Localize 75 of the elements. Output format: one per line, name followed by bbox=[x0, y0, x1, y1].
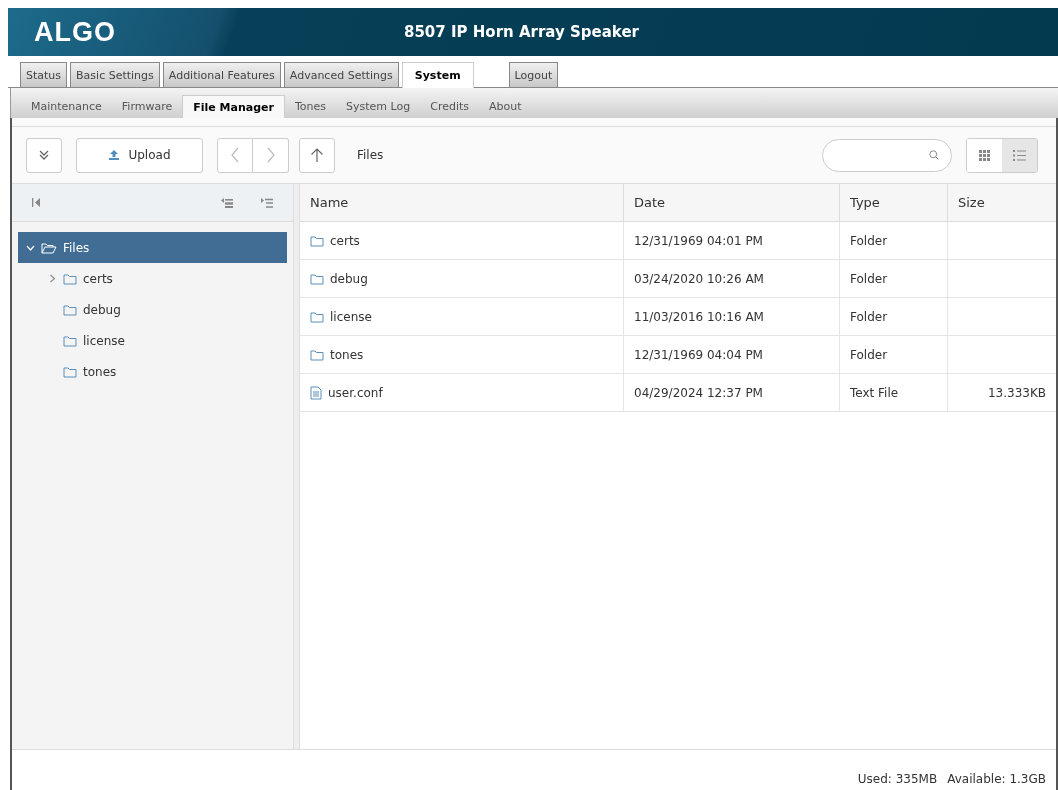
table-cell: Folder bbox=[840, 336, 948, 373]
file-name[interactable]: license bbox=[330, 309, 372, 324]
splitter-handle[interactable] bbox=[293, 184, 300, 749]
folder-icon bbox=[63, 365, 77, 378]
chevron-down-icon bbox=[26, 244, 35, 251]
tab[interactable]: Additional Features bbox=[162, 62, 281, 87]
tree-item[interactable]: debug bbox=[18, 294, 287, 325]
column-header[interactable]: Name bbox=[300, 184, 624, 221]
table-cell: 12/31/1969 04:01 PM bbox=[624, 222, 840, 259]
table-cell: Text File bbox=[840, 374, 948, 411]
upload-icon bbox=[108, 149, 121, 161]
list-icon bbox=[1013, 149, 1026, 161]
tab[interactable]: Logout bbox=[508, 62, 559, 87]
up-folder-button[interactable] bbox=[299, 137, 335, 173]
double-chevron-down-icon bbox=[38, 149, 50, 161]
tree-item[interactable]: tones bbox=[18, 356, 287, 387]
search-field[interactable] bbox=[822, 138, 952, 172]
table-cell: 03/24/2020 10:26 AM bbox=[624, 260, 840, 297]
logo: ALGO bbox=[34, 16, 117, 48]
file-name[interactable]: certs bbox=[330, 233, 360, 248]
forward-button[interactable] bbox=[253, 137, 289, 173]
chevron-left-icon bbox=[230, 147, 240, 163]
indent-icon[interactable] bbox=[261, 197, 273, 208]
table-cell: 04/29/2024 12:37 PM bbox=[624, 374, 840, 411]
subtab[interactable]: Credits bbox=[420, 95, 480, 118]
grid-icon bbox=[979, 149, 990, 161]
table-cell: Folder bbox=[840, 260, 948, 297]
grid-view-button[interactable] bbox=[967, 138, 1002, 172]
subtab[interactable]: Firmware bbox=[111, 95, 183, 118]
tree-item[interactable]: license bbox=[18, 325, 287, 356]
chevron-right-icon bbox=[265, 147, 276, 163]
upload-button[interactable]: Upload bbox=[76, 137, 203, 173]
page-title: 8507 IP Horn Array Speaker bbox=[404, 23, 639, 41]
table-cell: Folder bbox=[840, 298, 948, 335]
table-cell: Folder bbox=[840, 222, 948, 259]
folder-icon bbox=[63, 272, 77, 285]
column-header[interactable]: Type bbox=[840, 184, 948, 221]
tree-item[interactable]: certs bbox=[18, 263, 287, 294]
outdent-icon[interactable] bbox=[221, 197, 233, 208]
folder-icon bbox=[63, 334, 77, 347]
list-view-button[interactable] bbox=[1002, 138, 1037, 172]
subtab[interactable]: File Manager bbox=[182, 95, 285, 118]
column-header[interactable]: Size bbox=[948, 184, 1056, 221]
tree-item[interactable]: Files bbox=[18, 232, 287, 263]
expand-button[interactable] bbox=[26, 137, 62, 173]
tab[interactable]: System bbox=[401, 62, 474, 88]
folder-icon bbox=[310, 310, 324, 323]
search-icon bbox=[929, 148, 939, 162]
available-space: Available: 1.3GB bbox=[947, 772, 1046, 786]
breadcrumb[interactable]: Files bbox=[357, 148, 384, 162]
tab[interactable]: Basic Settings bbox=[70, 62, 160, 87]
subtab[interactable]: Tones bbox=[285, 95, 337, 118]
back-button[interactable] bbox=[217, 137, 253, 173]
document-icon bbox=[310, 385, 322, 400]
tab[interactable]: Advanced Settings bbox=[283, 62, 399, 87]
folder-icon bbox=[310, 348, 324, 361]
file-name[interactable]: tones bbox=[330, 347, 364, 362]
subtab[interactable]: System Log bbox=[336, 95, 421, 118]
file-name[interactable]: debug bbox=[330, 271, 368, 286]
arrow-up-icon bbox=[310, 147, 324, 163]
chevron-right-icon bbox=[48, 274, 57, 283]
table-cell: 11/03/2016 10:16 AM bbox=[624, 298, 840, 335]
subtab[interactable]: About bbox=[479, 95, 532, 118]
collapse-pane-icon[interactable] bbox=[32, 198, 40, 207]
folder-icon bbox=[63, 303, 77, 316]
folder-icon bbox=[310, 234, 324, 247]
file-name[interactable]: user.conf bbox=[328, 385, 383, 400]
tab[interactable]: Status bbox=[20, 62, 68, 87]
folder-icon bbox=[310, 272, 324, 285]
table-cell-text: 13.333KB bbox=[986, 384, 1047, 402]
open-folder-icon bbox=[41, 241, 57, 254]
used-space: Used: 335MB bbox=[857, 772, 938, 786]
subtab[interactable]: Maintenance bbox=[21, 95, 112, 118]
table-cell: 12/31/1969 04:04 PM bbox=[624, 336, 840, 373]
column-header[interactable]: Date bbox=[624, 184, 840, 221]
